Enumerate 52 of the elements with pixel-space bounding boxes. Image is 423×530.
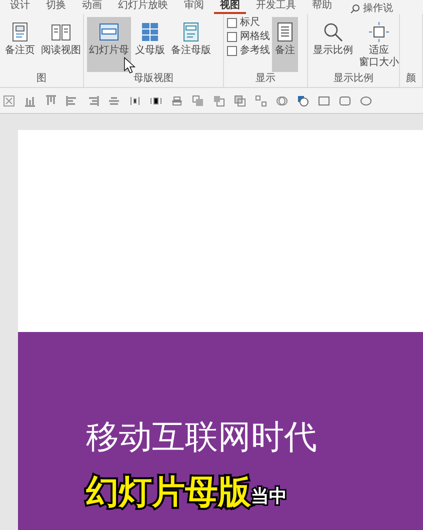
ribbon-tab[interactable]: 动画 [76, 0, 108, 14]
align-bottom-icon[interactable] [24, 94, 36, 106]
ribbon-tab[interactable]: 设计 [4, 0, 36, 14]
ribbon-button[interactable]: 适应 窗口大小 [357, 17, 399, 72]
align-right-icon[interactable] [87, 94, 99, 106]
group-label: 颜 [405, 72, 417, 86]
grid-layout-icon [139, 21, 161, 43]
group-icon[interactable] [255, 94, 267, 106]
caption-highlight: 幻灯片母版 [86, 475, 251, 508]
slide-title: 移动互联网时代 [86, 420, 317, 453]
mouse-cursor-icon [124, 57, 136, 74]
ribbon-tab[interactable]: 开发工具 [250, 0, 302, 14]
distribute-icon[interactable] [150, 94, 162, 106]
oval-icon[interactable] [360, 94, 372, 106]
magnifier-icon [322, 21, 344, 43]
checkbox-label: 标尺 [240, 18, 260, 28]
layers-icon[interactable] [234, 94, 246, 106]
ribbon-button[interactable]: 阅读视图 [39, 17, 83, 72]
checkbox-label: 网格线 [240, 32, 270, 42]
checkbox[interactable] [227, 18, 237, 28]
delete-icon[interactable] [3, 94, 15, 106]
rectangle-icon[interactable] [318, 94, 330, 106]
slide-layout-icon [98, 21, 120, 43]
ribbon-tab[interactable]: 幻灯片放映 [112, 0, 174, 14]
align-left-icon[interactable] [66, 94, 78, 106]
ribbon-button[interactable]: 备注 [272, 17, 298, 72]
align-middle-icon[interactable] [171, 94, 183, 106]
ribbon-button[interactable]: 义母版 [133, 17, 167, 72]
caption-text: 当中 [251, 488, 287, 508]
ribbon-button[interactable]: 备注母版 [169, 17, 213, 72]
send-backward-icon[interactable] [213, 94, 225, 106]
fit-window-icon [368, 21, 390, 43]
checkbox-label: 参考线 [240, 46, 270, 56]
search-field[interactable]: 操作说 [363, 3, 413, 14]
ribbon-tab[interactable]: 帮助 [306, 0, 338, 14]
ribbon-tab[interactable]: 切换 [40, 0, 72, 14]
ribbon-button[interactable]: 显示比例 [311, 17, 355, 72]
search-icon [350, 4, 360, 14]
group-label: 母版视图 [132, 72, 174, 86]
align-center-icon[interactable] [108, 94, 120, 106]
ribbon-button[interactable]: 备注页 [3, 17, 37, 72]
align-top-icon[interactable] [45, 94, 57, 106]
rounded-rectangle-icon[interactable] [339, 94, 351, 106]
group-label: 显示 [254, 72, 276, 86]
checkbox[interactable] [227, 32, 237, 42]
group-label: 显示比例 [332, 72, 374, 86]
ribbon-button[interactable]: 幻灯片母 [87, 17, 131, 72]
shape-fill-icon[interactable] [297, 94, 309, 106]
shapes-icon[interactable] [276, 94, 288, 106]
bring-forward-icon[interactable] [192, 94, 204, 106]
checkbox[interactable] [227, 46, 237, 56]
group-label: 图 [36, 72, 48, 86]
